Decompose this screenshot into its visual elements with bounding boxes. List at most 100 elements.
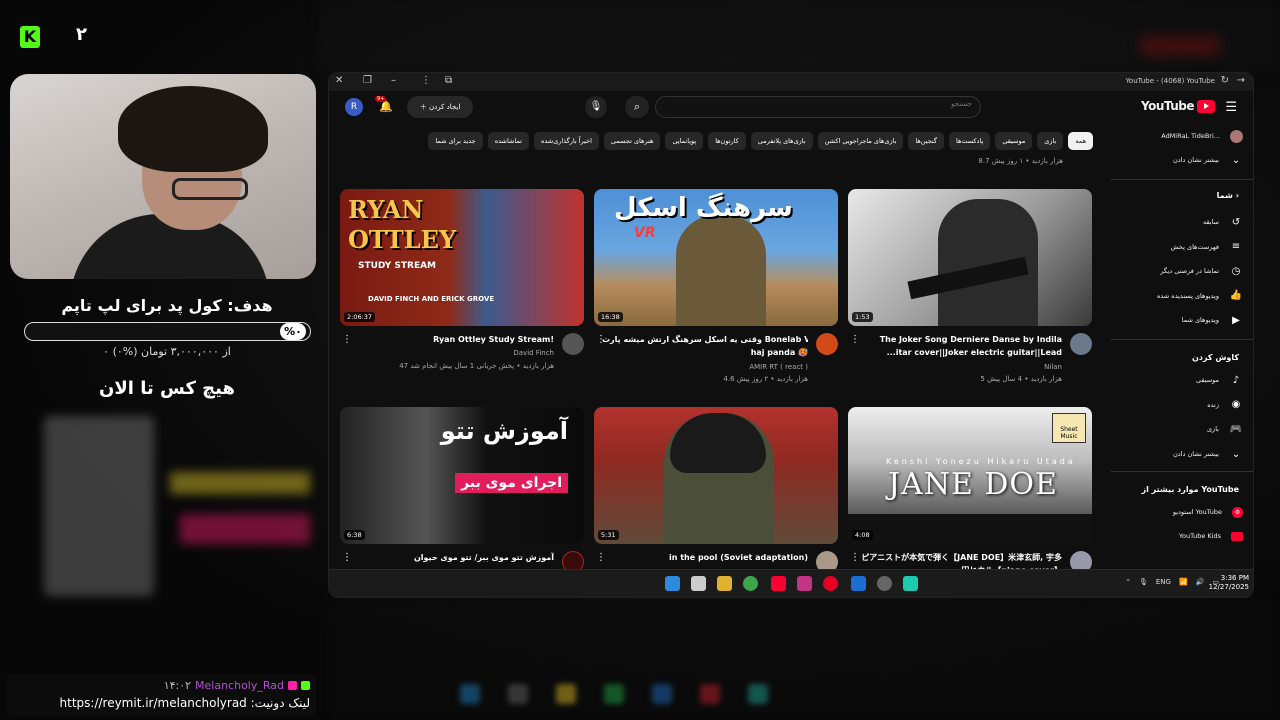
chevron-right-icon: › [1235,191,1239,200]
background-blur-red [1140,36,1220,56]
system-tray: ⌃ 🎙 ENG 📶 🔊 ▭ [1125,578,1219,586]
video-thumbnail[interactable]: 5:31 [594,407,838,544]
video-card[interactable]: سرهنگ اسکل VR 16:38 وقتی یه اسکل سرهنگ ا… [594,189,838,383]
clock[interactable]: 3:36 PM 12/27/2025 [1209,574,1249,592]
channel-name[interactable]: David Finch [513,349,554,357]
show-more-label: بیشتر نشان دادن [1173,450,1219,458]
video-card[interactable]: Kenshi Yonezu Hikaru Utada JANE DOE Shee… [848,407,1092,575]
channel-avatar[interactable] [562,333,584,355]
video-title[interactable]: آموزش تتو موی ببر/ تتو موی حیوان [348,551,554,564]
sub-badge-icon [288,681,297,690]
mic-icon[interactable]: 🎙 [585,96,607,118]
video-title[interactable]: Ryan Ottley Study Stream! [348,333,554,346]
video-card[interactable]: آموزش تتو اجرای موی ببر 6:38 آموزش تتو م… [340,407,584,573]
chip-filter[interactable]: بازی‌های پلاتفرمی [750,132,813,150]
mic-tray-icon[interactable]: 🎙 [1139,578,1148,586]
obs-icon[interactable] [877,576,892,591]
more-vert-icon[interactable]: ⋮ [850,552,860,563]
channel-name[interactable]: Nilan [1044,363,1062,371]
chip-filter[interactable]: تماشاشده [487,132,529,150]
more-vert-icon[interactable]: ⋮ [596,552,606,563]
video-thumbnail[interactable]: 1:53 [848,189,1092,326]
chip-filter[interactable]: پویانمایی [665,132,704,150]
video-title[interactable]: وقتی یه اسکل سرهنگ ارتش میشه پارت Bonela… [602,333,808,346]
youtube-logo[interactable]: YouTube [1141,99,1215,113]
menu-icon[interactable]: ☰ [1225,100,1237,115]
more-vert-icon[interactable]: ⋮ [596,334,606,345]
more-vert-icon[interactable]: ⋮ [342,334,352,345]
youtube-app-icon[interactable] [771,576,786,591]
chevron-up-icon[interactable]: ⌃ [1125,578,1131,586]
sidebar-item-you[interactable]: ≡ فهرست‌های پخش [1113,238,1243,256]
sidebar-show-more-explore[interactable]: ⌄ بیشتر نشان دادن [1113,445,1243,463]
video-title-line2[interactable]: haj panda 🥵 [602,346,808,359]
divider [1111,339,1253,340]
chip-filter[interactable]: هنرهای تجسمی [603,132,661,150]
sidebar-item-explore[interactable]: ◉ زنده [1113,396,1243,414]
video-thumbnail[interactable]: سرهنگ اسکل VR 16:38 [594,189,838,326]
chip-filter[interactable]: پادکست‌ها [948,132,991,150]
more-vert-icon[interactable]: ⋮ [850,334,860,345]
chip-filter[interactable]: گنجین‌ها [908,132,944,150]
extensions-icon[interactable]: ⧉ [445,75,452,86]
more-vert-icon[interactable]: ⋮ [421,75,431,86]
sidebar-you-header[interactable]: شما › [1217,191,1239,200]
sidebar-item-you[interactable]: ◷ تماشا در فرصتی دیگر [1113,262,1243,280]
thumbnail-text: JANE DOE [888,467,1058,502]
channel-name[interactable]: AMIR RT ( react ) [749,363,808,371]
more-vert-icon[interactable]: ⋮ [342,552,352,563]
video-card[interactable]: 5:31 in the pool (Soviet adaptation) ⋮ [594,407,838,573]
defender-icon[interactable] [851,576,866,591]
sidebar-item-studio[interactable]: ⚙ استودیو YouTube [1113,503,1243,521]
search-app-icon[interactable] [691,576,706,591]
video-title[interactable]: in the pool (Soviet adaptation) [602,551,808,564]
sidebar-item-explore[interactable]: ♪ موسیقی [1113,371,1243,389]
search-box[interactable] [655,96,981,118]
chip-filter[interactable]: اخیراً بارگذاری‌شده [533,132,599,150]
search-input[interactable] [672,100,972,108]
app-icon[interactable] [903,576,918,591]
start-icon[interactable] [665,576,680,591]
sidebar-item-kids[interactable]: YouTube Kids [1113,527,1243,545]
video-thumbnail[interactable]: Kenshi Yonezu Hikaru Utada JANE DOE Shee… [848,407,1092,544]
channel-avatar[interactable] [816,333,838,355]
chrome-icon[interactable] [743,576,758,591]
search-icon[interactable]: ⌕ [625,96,649,118]
chip-filter[interactable]: موسیقی [995,132,1033,150]
video-title[interactable]: The Joker Song Derniere Danse by Indila … [856,333,1062,359]
chip-filter[interactable]: بازی [1037,132,1064,150]
volume-icon[interactable]: 🔊 [1196,578,1205,586]
chip-filter[interactable]: بازی‌های ماجراجویی اکشن [817,132,904,150]
forward-icon[interactable]: → [1237,75,1245,86]
create-label: ایجاد کردن [428,103,461,111]
sidebar-show-more-subs[interactable]: ⌄ بیشتر نشان دادن [1113,151,1243,169]
channel-avatar[interactable] [1070,333,1092,355]
minimize-icon[interactable]: – [391,75,396,86]
history-icon: ↺ [1231,216,1241,228]
chip-filter[interactable]: کارتون‌ها [708,132,746,150]
video-thumbnail[interactable]: RYAN OTTLEY STUDY STREAM DAVID FINCH AND … [340,189,584,326]
wifi-icon[interactable]: 📶 [1179,578,1188,586]
chip-filter[interactable]: جدید برای شما [428,132,483,150]
pinterest-icon[interactable] [823,576,838,591]
language-indicator[interactable]: ENG [1156,578,1171,586]
kick-logo-icon: K [20,26,40,48]
sidebar-item-you[interactable]: ↺ سابقه [1113,213,1243,231]
sidebar-item-you[interactable]: 👍 ویدیوهای پسندیده شده [1113,287,1243,305]
sidebar-account[interactable]: AdMiRaL TideBri... [1113,127,1243,145]
clock-time: 3:36 PM [1220,574,1249,582]
chip-filter[interactable]: همه [1068,132,1093,150]
instagram-icon[interactable] [797,576,812,591]
sidebar-item-you[interactable]: ▶ ویدیوهای شما [1113,311,1243,329]
reload-icon[interactable]: ↻ [1221,75,1229,86]
create-button[interactable]: ＋ ایجاد کردن [407,96,473,118]
avatar[interactable]: R [345,98,363,116]
video-card[interactable]: 1:53 The Joker Song Derniere Danse by In… [848,189,1092,383]
video-card[interactable]: RYAN OTTLEY STUDY STREAM DAVID FINCH AND … [340,189,584,370]
file-explorer-icon[interactable] [717,576,732,591]
sidebar-item-label: فهرست‌های پخش [1170,242,1219,251]
maximize-icon[interactable]: ❐ [363,75,372,86]
sidebar-item-explore[interactable]: 🎮 بازی [1113,420,1243,438]
close-icon[interactable]: ✕ [335,75,343,86]
video-thumbnail[interactable]: آموزش تتو اجرای موی ببر 6:38 [340,407,584,544]
